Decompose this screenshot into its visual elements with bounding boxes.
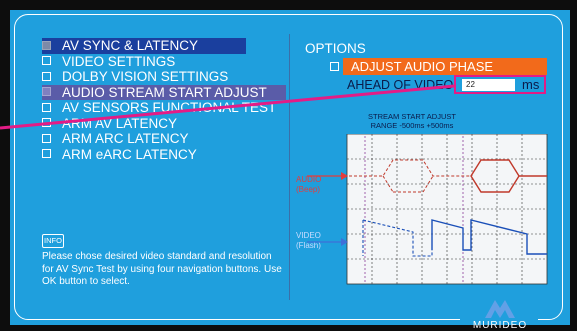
pointer-line <box>0 84 455 130</box>
logo-text: MURIDEO <box>472 320 528 331</box>
murideo-logo: MURIDEO <box>470 298 530 331</box>
pointer-line-overlay <box>0 84 455 130</box>
murideo-logo-icon <box>485 300 515 318</box>
